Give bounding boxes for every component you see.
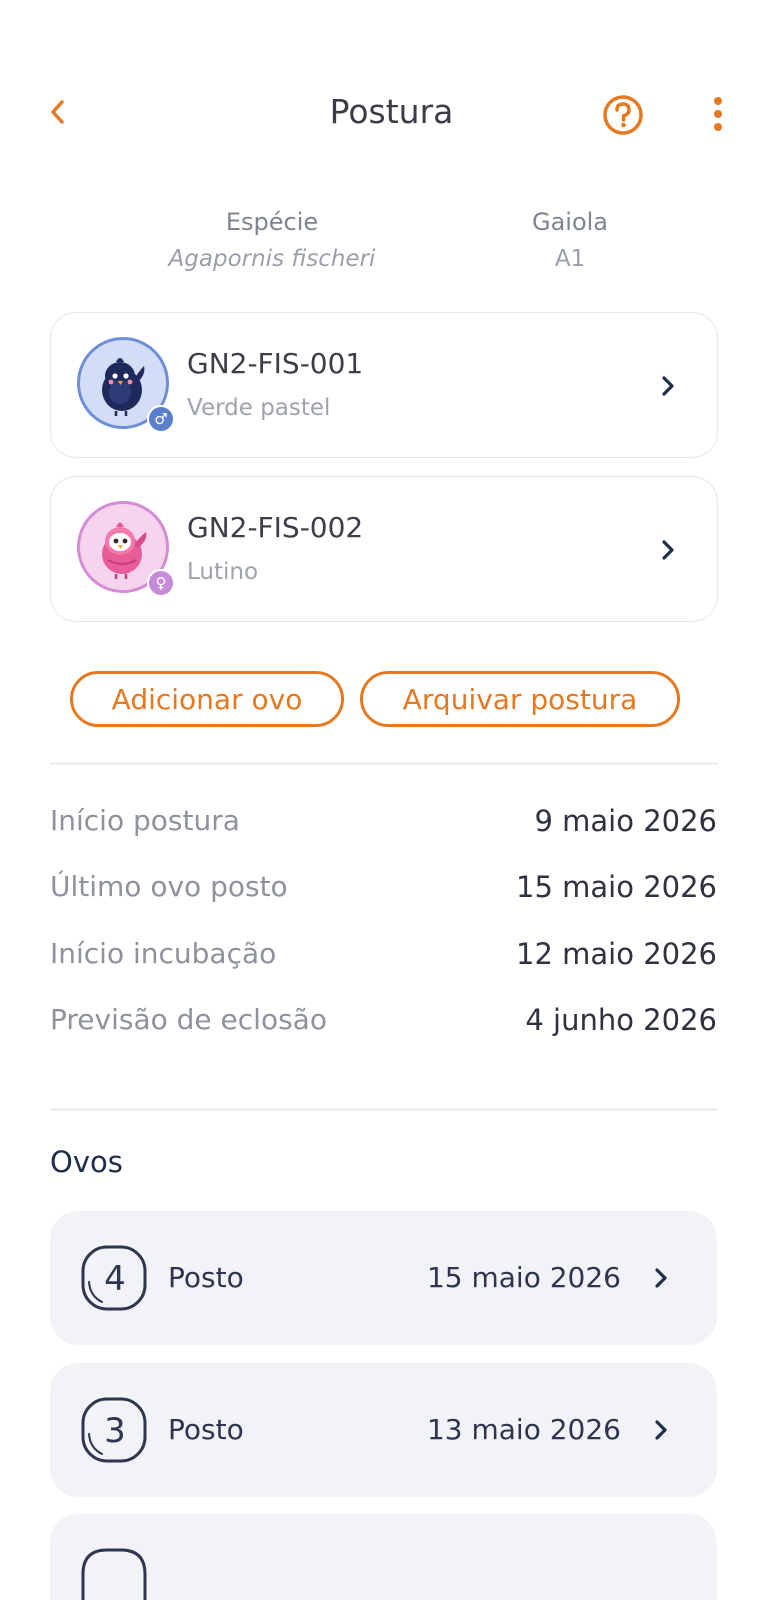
chevron-right-icon [655,1268,667,1288]
egg-list-item[interactable]: 3 Posto 13 maio 2026 [50,1363,717,1497]
chevron-right-icon [662,376,674,396]
detail-value-incubation-start: 12 maio 2026 [516,937,717,971]
cage-label: Gaiola [531,208,609,236]
egg-list-item[interactable]: 4 Posto 15 maio 2026 [50,1211,717,1345]
egg-number-badge-icon: 3 [81,1397,147,1463]
divider [50,1108,718,1111]
chevron-right-icon [662,540,674,560]
egg-number: 3 [104,1411,126,1451]
help-button[interactable] [602,94,644,136]
detail-label-incubation-start: Início incubação [50,937,277,970]
detail-label-laying-start: Início postura [50,804,240,837]
male-icon: ♂ [154,409,168,428]
more-options-button[interactable] [704,94,732,136]
add-egg-button[interactable]: Adicionar ovo [70,671,344,727]
egg-number: 4 [104,1259,126,1299]
egg-date: 13 maio 2026 [426,1413,621,1446]
male-sex-badge: ♂ [147,405,175,433]
species-label: Espécie [225,208,319,236]
archive-clutch-button[interactable]: Arquivar postura [360,671,680,727]
female-sex-badge: ♀ [147,569,175,597]
bird-mutation: Verde pastel [187,395,331,421]
egg-status: Posto [168,1261,244,1294]
egg-date: 15 maio 2026 [426,1261,621,1294]
detail-label-last-egg: Último ovo posto [50,870,288,903]
bird-id: GN2-FIS-002 [187,511,364,544]
egg-number-badge-icon [81,1548,147,1600]
bird-card-female[interactable]: ♀ GN2-FIS-002 Lutino [50,476,718,622]
bird-card-male[interactable]: ♂ GN2-FIS-001 Verde pastel [50,312,718,458]
divider [50,762,718,765]
chevron-right-icon [655,1420,667,1440]
detail-value-last-egg: 15 maio 2026 [516,870,717,904]
detail-value-laying-start: 9 maio 2026 [534,804,717,838]
cage-value: A1 [554,246,586,272]
egg-status: Posto [168,1413,244,1446]
egg-number-badge-icon: 4 [81,1245,147,1311]
bird-mutation: Lutino [187,559,259,585]
female-icon: ♀ [155,573,167,592]
detail-value-hatch-forecast: 4 junho 2026 [525,1003,717,1037]
eggs-section-title: Ovos [50,1145,123,1179]
detail-label-hatch-forecast: Previsão de eclosão [50,1003,327,1036]
more-vertical-icon [714,97,722,131]
species-value: Agapornis fischeri [168,246,376,272]
egg-list-item[interactable] [50,1514,717,1600]
page-title: Postura [329,92,454,131]
question-circle-icon [603,95,643,135]
bird-id: GN2-FIS-001 [187,347,364,380]
